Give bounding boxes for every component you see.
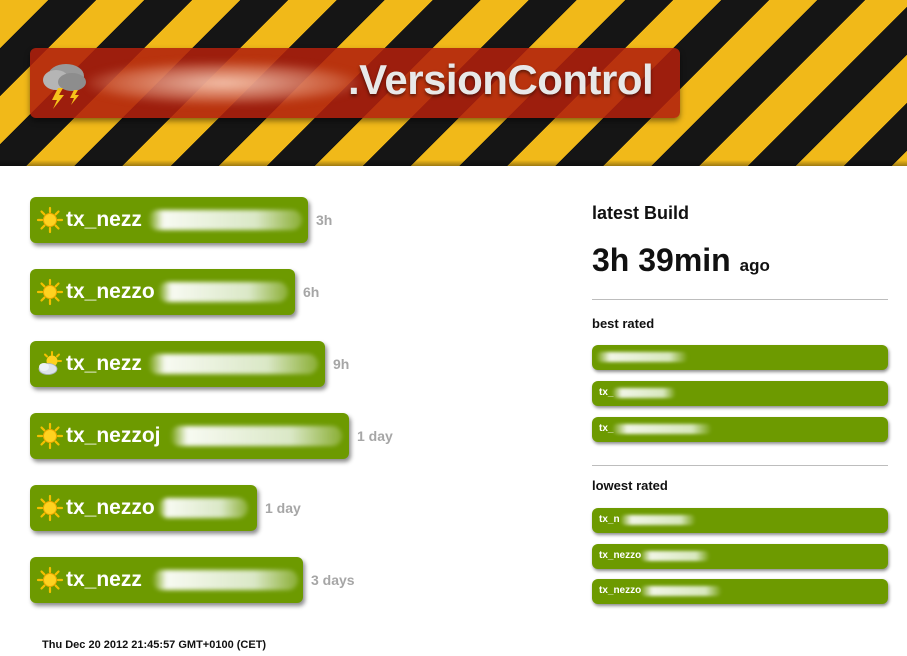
- build-name: tx_nezz: [66, 352, 142, 375]
- build-name: tx_nezz: [66, 208, 142, 231]
- divider: [592, 299, 888, 300]
- sun-icon: [36, 566, 64, 594]
- header-banner: .VersionControl: [0, 0, 907, 166]
- build-age: 1 day: [357, 428, 393, 444]
- build-age: 6h: [303, 284, 320, 300]
- redacted-name: [612, 388, 676, 398]
- build-age: 1 day: [265, 500, 301, 516]
- redacted-build-name: [158, 282, 288, 302]
- redacted-name: [640, 586, 722, 596]
- build-age: 3h: [316, 212, 333, 228]
- best-rated-item[interactable]: [592, 345, 888, 370]
- build-item[interactable]: tx_nezz 3h: [30, 197, 332, 243]
- build-name: tx_nezzo: [66, 280, 155, 303]
- lowest-rated-name: tx_nezzo: [599, 585, 642, 596]
- redacted-name: [620, 515, 696, 525]
- build-item[interactable]: tx_nezz 3 days: [30, 557, 355, 603]
- build-name: tx_nezzo: [66, 496, 155, 519]
- redacted-title-part: [88, 62, 358, 104]
- build-bar[interactable]: tx_nezz: [30, 197, 308, 243]
- latest-build-time: 3h 39min ago: [592, 242, 770, 279]
- latest-build-suffix: ago: [739, 256, 770, 275]
- sun-icon: [36, 494, 64, 522]
- build-bar[interactable]: tx_nezzo: [30, 269, 295, 315]
- lowest-rated-item[interactable]: tx_nezzo: [592, 544, 888, 569]
- app-title-box: .VersionControl: [30, 48, 680, 118]
- build-bar[interactable]: tx_nezzoj: [30, 413, 349, 459]
- latest-build-value: 3h 39min: [592, 242, 731, 278]
- sun-icon: [36, 422, 64, 450]
- build-bar[interactable]: tx_nezz: [30, 557, 303, 603]
- best-rated-label: best rated: [592, 316, 655, 331]
- build-item[interactable]: tx_nezzoj 1 day: [30, 413, 393, 459]
- build-item[interactable]: tx_nezzo 1 day: [30, 485, 301, 531]
- sun-icon: [36, 278, 64, 306]
- lowest-rated-item[interactable]: tx_nezzo: [592, 579, 888, 604]
- lowest-rated-label: lowest rated: [592, 478, 668, 493]
- build-bar[interactable]: tx_nezzo: [30, 485, 257, 531]
- timestamp: Thu Dec 20 2012 21:45:57 GMT+0100 (CET): [42, 639, 267, 651]
- storm-cloud-icon: [43, 64, 86, 109]
- redacted-name: [640, 551, 710, 561]
- build-name: tx_nezz: [66, 568, 142, 591]
- redacted-build-name: [152, 570, 298, 590]
- build-name: tx_nezzoj: [66, 424, 161, 447]
- build-bar[interactable]: tx_nezz: [30, 341, 325, 387]
- build-age: 9h: [333, 356, 350, 372]
- redacted-name: [612, 424, 712, 434]
- partly-cloudy-icon: [38, 351, 62, 375]
- redacted-build-name: [148, 210, 302, 230]
- build-item[interactable]: tx_nezz 9h: [30, 341, 349, 387]
- latest-build-label: latest Build: [592, 203, 690, 223]
- build-age: 3 days: [311, 572, 355, 588]
- divider: [592, 465, 888, 466]
- redacted-build-name: [148, 354, 318, 374]
- lowest-rated-name: tx_n: [599, 514, 620, 525]
- lowest-rated-name: tx_nezzo: [599, 550, 642, 561]
- app-title: .VersionControl: [348, 56, 654, 103]
- build-item[interactable]: tx_nezzo 6h: [30, 269, 319, 315]
- best-rated-item[interactable]: tx_: [592, 417, 888, 442]
- redacted-build-name: [170, 426, 342, 446]
- sun-icon: [36, 206, 64, 234]
- redacted-build-name: [158, 498, 248, 518]
- lowest-rated-item[interactable]: tx_n: [592, 508, 888, 533]
- redacted-name: [596, 352, 688, 362]
- best-rated-item[interactable]: tx_: [592, 381, 888, 406]
